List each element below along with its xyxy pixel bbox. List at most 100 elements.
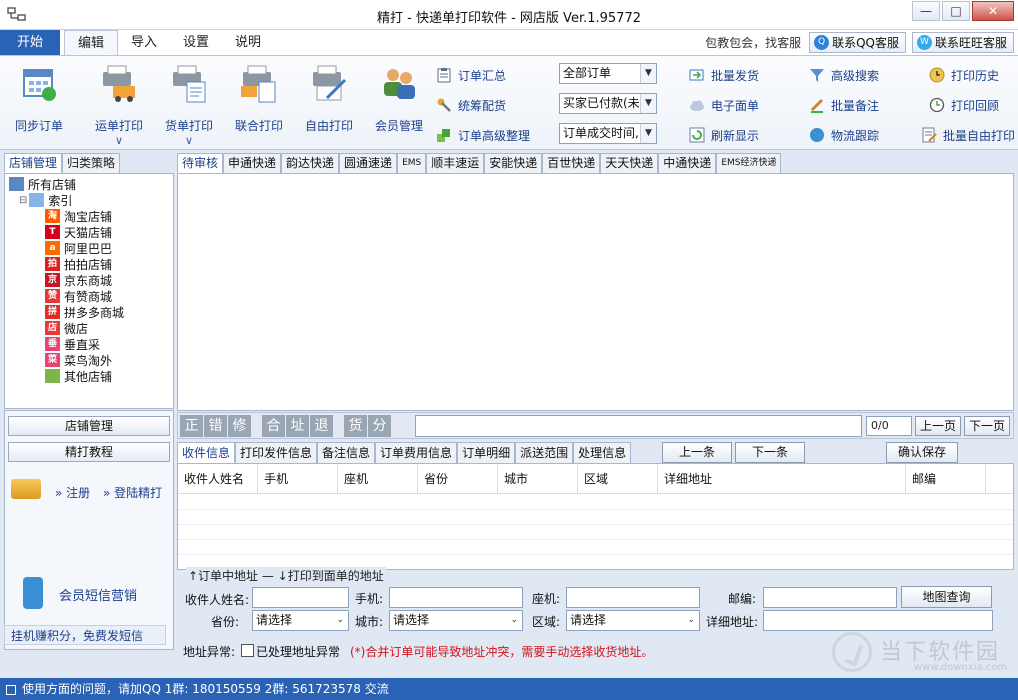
column-header[interactable]: 城市 [498,464,578,494]
tab-detail[interactable]: 派送范围 [515,442,574,463]
tree-node-shop[interactable]: a 阿里巴巴 [9,240,173,256]
waybill-print-button[interactable]: 运单打印 ∨ [88,62,150,146]
waybill-dropdown-icon[interactable]: ∨ [88,135,150,146]
print-review-button[interactable]: 打印回顾 [929,95,999,115]
tree-node-shop[interactable]: 拼拼多多商城 [9,304,173,320]
tree-collapse-icon[interactable]: ⊟ [19,195,27,206]
print-history-button[interactable]: 打印历史 [929,65,999,85]
column-header[interactable]: 详细地址 [658,464,906,494]
tree-node-shop[interactable]: 淘淘宝店铺 [9,208,173,224]
recipient-grid[interactable]: 收件人姓名 手机 座机 省份 城市 区域 详细地址 邮编 [177,463,1014,570]
province-select[interactable]: 请选择 ⌄ [252,610,349,631]
prev-page-button[interactable]: 上一页 [915,416,961,436]
table-row[interactable] [178,510,1013,525]
tab-courier[interactable]: 圆通速递 [339,153,398,173]
filter-quick-button[interactable]: 合 [262,415,285,437]
free-print-button[interactable]: 自由打印 [298,62,360,134]
advanced-organize-button[interactable]: 订单高级整理 [436,125,530,145]
confirm-save-button[interactable]: 确认保存 [886,442,958,463]
tree-node-shop[interactable]: 赞有赞商城 [9,288,173,304]
e-sheet-button[interactable]: 电子面单 [689,95,759,115]
prev-record-button[interactable]: 上一条 [662,442,732,463]
phone-input[interactable] [389,587,523,608]
order-search-input[interactable] [415,415,862,437]
cargo-print-button[interactable]: 货单打印 ∨ [158,62,220,146]
tab-courier[interactable]: 申通快递 [223,153,282,173]
minimize-button[interactable]: — [912,1,940,21]
column-header[interactable]: 座机 [338,464,418,494]
maximize-button[interactable]: □ [942,1,970,21]
tab-detail[interactable]: 收件信息 [177,442,236,463]
order-time-select[interactable]: 订单成交时间, ▼ [559,123,657,144]
tree-node-shop[interactable]: 菜菜鸟淘外 [9,352,173,368]
tab-courier[interactable]: 中通快递 [658,153,717,173]
tab-import[interactable]: 导入 [118,30,170,55]
cargo-dropdown-icon[interactable]: ∨ [158,135,220,146]
address-input[interactable] [763,610,993,631]
filter-quick-button[interactable]: 退 [310,415,333,437]
refresh-button[interactable]: 刷新显示 [689,125,759,145]
tab-courier[interactable]: 顺丰速运 [426,153,485,173]
column-header[interactable]: 收件人姓名 [178,464,258,494]
tree-node-shop[interactable]: 拍拍拍店铺 [9,256,173,272]
tree-node-shop[interactable]: 垂垂直采 [9,336,173,352]
order-summary-button[interactable]: 订单汇总 [436,65,506,85]
next-page-button[interactable]: 下一页 [964,416,1010,436]
filter-quick-button[interactable]: 正 [180,415,203,437]
processed-anomaly-checkbox[interactable] [241,644,254,657]
filter-quick-button[interactable]: 址 [286,415,309,437]
table-row[interactable] [178,540,1013,555]
column-header[interactable]: 省份 [418,464,498,494]
tab-courier[interactable]: 百世快递 [542,153,601,173]
table-row[interactable] [178,525,1013,540]
shop-manage-button[interactable]: 店铺管理 [8,416,170,436]
tab-courier[interactable]: EMS经济快递 [716,153,782,173]
tab-courier[interactable]: 安能快递 [484,153,543,173]
zip-input[interactable] [763,587,897,608]
tab-shop-manage[interactable]: 店铺管理 [4,153,63,173]
tree-node-shop[interactable]: 其他店铺 [9,368,173,384]
tree-node-shop[interactable]: 京京东商城 [9,272,173,288]
batch-ship-button[interactable]: 批量发货 [689,65,759,85]
tab-detail[interactable]: 打印发件信息 [235,442,318,463]
tree-node-shop[interactable]: T 天猫店铺 [9,224,173,240]
tree-node-all-shops[interactable]: 所有店铺 [9,176,173,192]
free-sms-promo[interactable]: 挂机赚积分，免费发短信 [4,625,166,645]
close-button[interactable]: ✕ [972,1,1014,21]
filter-quick-button[interactable]: 修 [228,415,251,437]
qq-service-button[interactable]: Q 联系QQ客服 [809,32,906,53]
column-header[interactable]: 手机 [258,464,338,494]
batch-free-print-button[interactable]: 批量自由打印 [921,125,1015,145]
wangwang-service-button[interactable]: W 联系旺旺客服 [911,32,1014,53]
tab-detail[interactable]: 订单明细 [457,442,516,463]
area-select[interactable]: 请选择 ⌄ [566,610,700,631]
tab-courier[interactable]: 天天快递 [600,153,659,173]
tab-settings[interactable]: 设置 [170,30,222,55]
tutorial-button[interactable]: 精打教程 [8,442,170,462]
tab-courier[interactable]: 待审核 [177,153,224,173]
city-select[interactable]: 请选择 ⌄ [389,610,523,631]
next-record-button[interactable]: 下一条 [735,442,805,463]
advanced-search-button[interactable]: 高级搜索 [809,65,879,85]
name-input[interactable] [252,587,349,608]
filter-quick-button[interactable]: 分 [368,415,391,437]
login-link[interactable]: » 登陆精打 [103,484,162,501]
tab-detail[interactable]: 处理信息 [573,442,632,463]
tab-category-strategy[interactable]: 归类策略 [62,153,121,173]
member-manage-button[interactable]: 会员管理 [368,62,430,134]
column-header[interactable]: 区域 [578,464,658,494]
order-status-select[interactable]: 全部订单 ▼ [559,63,657,84]
sync-orders-button[interactable]: 同步订单 [8,62,70,134]
column-header[interactable]: 邮编 [906,464,986,494]
tab-detail[interactable]: 备注信息 [317,442,376,463]
tab-courier[interactable]: EMS [397,153,427,173]
combined-print-button[interactable]: 联合打印 [228,62,290,134]
payment-status-select[interactable]: 买家已付款(未 ▼ [559,93,657,114]
allocate-goods-button[interactable]: 统筹配货 [436,95,506,115]
logistics-track-button[interactable]: 物流跟踪 [809,125,879,145]
register-link[interactable]: » 注册 [55,484,90,501]
tel-input[interactable] [566,587,700,608]
tree-node-index[interactable]: ⊟ 索引 [9,192,173,208]
tab-detail[interactable]: 订单费用信息 [375,442,458,463]
tree-node-shop[interactable]: 店微店 [9,320,173,336]
